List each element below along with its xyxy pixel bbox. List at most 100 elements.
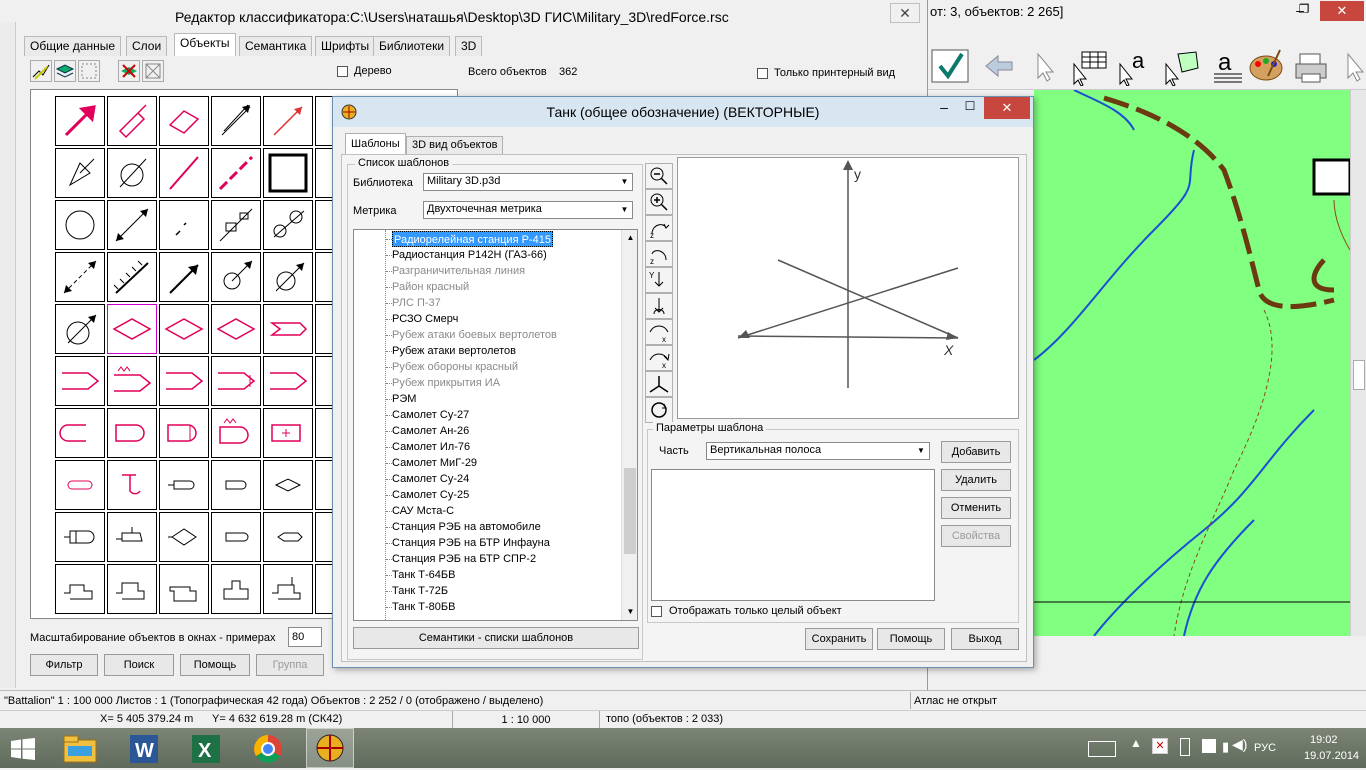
object-symbol-cell[interactable] — [211, 564, 261, 614]
template-list-item[interactable]: Разграничительная линия — [392, 263, 525, 279]
template-list-item[interactable]: Станция РЭБ на автомобиле — [392, 519, 541, 535]
tree-checkbox[interactable] — [337, 66, 348, 77]
clock-time[interactable]: 19:02 — [1310, 734, 1338, 746]
object-symbol-cell[interactable] — [211, 304, 261, 354]
word-icon[interactable]: W — [124, 732, 164, 766]
group-button[interactable]: Группа — [256, 654, 324, 676]
close-button[interactable]: ✕ — [1320, 1, 1364, 21]
excel-icon[interactable]: X — [186, 732, 226, 766]
delete-layers-icon[interactable] — [118, 60, 140, 82]
object-symbol-cell[interactable] — [159, 148, 209, 198]
map-view[interactable] — [1034, 90, 1350, 636]
tab-3d[interactable]: 3D — [455, 36, 483, 56]
part-select[interactable]: Вертикальная полоса — [706, 442, 930, 460]
battery-icon[interactable] — [1180, 738, 1190, 756]
object-symbol-cell[interactable] — [55, 304, 105, 354]
restore-button[interactable]: ❐ — [1292, 2, 1316, 20]
object-symbol-cell[interactable] — [55, 408, 105, 458]
scale-input[interactable]: 80 — [288, 627, 322, 647]
list-vscrollbar[interactable]: ▲ ▼ — [621, 230, 637, 620]
object-symbol-cell[interactable] — [211, 96, 261, 146]
object-symbol-cell[interactable] — [159, 356, 209, 406]
volume-icon[interactable]: ◀) — [1232, 736, 1247, 753]
network-error-icon[interactable]: ✕ — [1152, 738, 1168, 754]
object-symbol-cell[interactable] — [263, 356, 313, 406]
template-list-item[interactable]: Танк Т-72Б — [392, 583, 448, 599]
template-list[interactable]: Радиорелейная станция Р-415 Радиостанция … — [353, 229, 638, 621]
template-list-item[interactable]: Станция РЭБ на БТР Инфауна — [392, 535, 550, 551]
save-button[interactable]: Сохранить — [805, 628, 873, 650]
reset-view-icon[interactable] — [645, 397, 673, 423]
object-symbol-cell[interactable] — [55, 96, 105, 146]
object-symbol-cell[interactable] — [55, 356, 105, 406]
object-symbol-cell[interactable] — [55, 148, 105, 198]
object-symbol-cell[interactable] — [263, 512, 313, 562]
object-symbol-cell[interactable] — [211, 252, 261, 302]
template-list-item[interactable]: Самолет Су-27 — [392, 407, 469, 423]
add-button[interactable]: Добавить — [941, 441, 1011, 463]
rotate-z-cw-icon[interactable]: z — [645, 215, 673, 241]
dialog-maximize-button[interactable]: ☐ — [957, 99, 983, 119]
template-list-item[interactable]: Рубеж прикрытия ИА — [392, 375, 500, 391]
delete-button[interactable]: Удалить — [941, 469, 1011, 491]
object-symbol-cell[interactable] — [263, 460, 313, 510]
template-list-item[interactable]: Радиостанция Р142Н (ГАЗ-66) — [392, 247, 547, 263]
object-symbol-cell[interactable] — [159, 460, 209, 510]
template-list-item[interactable]: Самолет МиГ-29 — [392, 455, 477, 471]
object-symbol-cell[interactable] — [211, 460, 261, 510]
axes-icon[interactable] — [645, 371, 673, 397]
dialog-minimize-button[interactable]: – — [931, 99, 957, 119]
object-symbol-cell[interactable] — [55, 200, 105, 250]
signal-icon[interactable]: ▮ — [1222, 739, 1229, 755]
grid-icon[interactable] — [78, 60, 100, 82]
tab-layers[interactable]: Слои — [126, 36, 168, 56]
layers-icon[interactable] — [54, 60, 76, 82]
map-vscrollbar[interactable] — [1350, 90, 1366, 636]
search-button[interactable]: Поиск — [104, 654, 174, 676]
template-list-item[interactable]: САУ Мста-С — [392, 503, 454, 519]
clock-date[interactable]: 19.07.2014 — [1304, 750, 1359, 762]
printer-only-checkbox[interactable] — [757, 68, 768, 79]
semantics-lists-button[interactable]: Семантики - списки шаблонов — [353, 627, 639, 649]
template-list-item[interactable]: Рубеж атаки боевых вертолетов — [392, 327, 557, 343]
object-symbol-cell[interactable] — [211, 512, 261, 562]
properties-button[interactable]: Свойства — [941, 525, 1011, 547]
object-symbol-cell[interactable] — [211, 356, 261, 406]
object-symbol-cell[interactable] — [159, 200, 209, 250]
object-symbol-cell[interactable] — [263, 252, 313, 302]
metric-select[interactable]: Двухточечная метрика — [423, 201, 633, 219]
rotate-y-down-icon[interactable]: Y — [645, 267, 673, 293]
chevron-down-icon[interactable]: ▼ — [617, 202, 632, 218]
arrow-right-icon[interactable] — [1334, 46, 1366, 86]
template-list-item[interactable]: Самолет Ил-76 — [392, 439, 470, 455]
object-symbol-cell[interactable] — [159, 564, 209, 614]
object-symbol-cell[interactable] — [211, 200, 261, 250]
whole-object-checkbox[interactable] — [651, 606, 662, 617]
template-list-item[interactable]: Танк Т-64БВ — [392, 567, 455, 583]
template-list-item[interactable]: Самолет Су-25 — [392, 487, 469, 503]
template-list-item[interactable]: РЛС П-37 — [392, 295, 441, 311]
template-list-item[interactable]: Станция РЭБ на БТР СПР-2 — [392, 551, 536, 567]
object-symbol-cell[interactable] — [107, 96, 157, 146]
check-icon[interactable] — [930, 46, 970, 86]
object-symbol-cell[interactable] — [107, 252, 157, 302]
chevron-down-icon[interactable]: ▼ — [617, 174, 632, 190]
template-list-item[interactable]: Радиорелейная станция Р-415 — [392, 231, 553, 247]
template-list-item[interactable]: Самолет Су-24 — [392, 471, 469, 487]
rotate-x-ccw-icon[interactable]: x — [645, 345, 673, 371]
show-hidden-icons[interactable]: ▲ — [1130, 736, 1142, 750]
printer-icon[interactable] — [1292, 46, 1332, 86]
object-symbol-cell[interactable] — [159, 252, 209, 302]
chrome-icon[interactable] — [248, 732, 288, 766]
object-symbol-cell[interactable] — [55, 564, 105, 614]
object-symbol-cell[interactable] — [107, 304, 157, 354]
polygon-select-icon[interactable] — [1162, 46, 1202, 87]
dialog-close-button[interactable]: ✕ — [984, 97, 1030, 119]
object-symbol-cell[interactable] — [263, 304, 313, 354]
clear-icon[interactable] — [142, 60, 164, 82]
object-symbol-cell[interactable] — [211, 148, 261, 198]
list-scroll-thumb[interactable] — [624, 468, 636, 554]
axes-preview[interactable]: y X — [677, 157, 1019, 419]
help-button[interactable]: Помощь — [180, 654, 250, 676]
pen-icon[interactable] — [30, 60, 52, 82]
